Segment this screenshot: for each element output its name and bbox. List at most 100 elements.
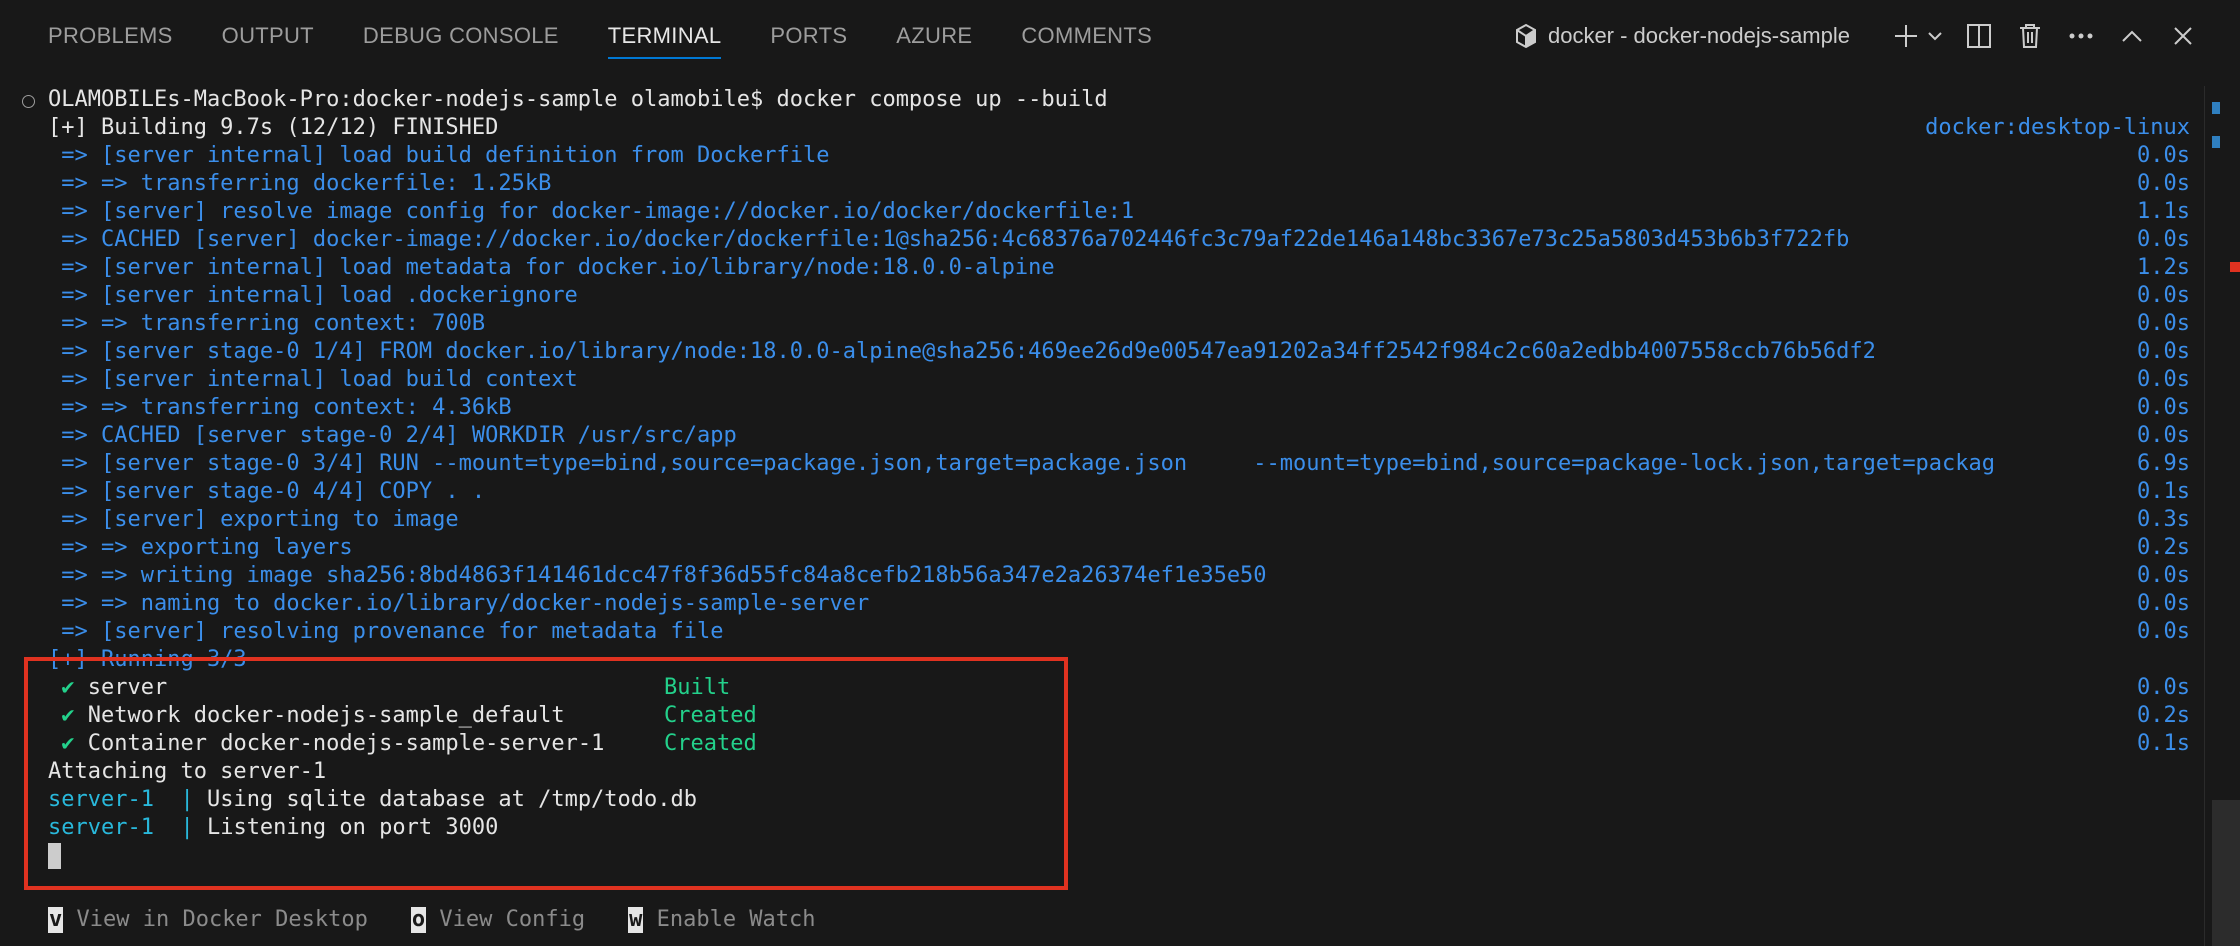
shortcut-key-v: v bbox=[48, 907, 64, 933]
build-step-text: => [server internal] load .dockerignore bbox=[48, 283, 578, 308]
more-icon[interactable] bbox=[2064, 19, 2098, 53]
log-line: server-1 | Using sqlite database at /tmp… bbox=[0, 786, 2200, 814]
shortcut-label: View Config bbox=[426, 907, 586, 932]
build-step-line: => => exporting layers 0.2s bbox=[0, 534, 2200, 562]
build-step-line: => [server] resolve image config for doc… bbox=[0, 198, 2200, 226]
build-step-text: => CACHED [server stage-0 2/4] WORKDIR /… bbox=[48, 423, 737, 448]
build-step-text: => => exporting layers bbox=[48, 535, 353, 560]
build-steps: => [server internal] load build definiti… bbox=[0, 142, 2200, 646]
check-icon: ✔ bbox=[61, 675, 75, 700]
view-config-shortcut[interactable]: o View Config bbox=[410, 906, 586, 934]
check-icon: ✔ bbox=[61, 731, 75, 756]
build-step-text: => [server] resolving provenance for met… bbox=[48, 619, 724, 644]
compose-shortcuts: v View in Docker Desktop o View Config w… bbox=[48, 906, 859, 934]
build-step-time: 0.2s bbox=[2137, 535, 2190, 560]
tab-debug-console[interactable]: DEBUG CONSOLE bbox=[363, 0, 559, 72]
chevron-down-icon[interactable] bbox=[1925, 19, 1945, 53]
maximize-panel-icon[interactable] bbox=[2115, 19, 2149, 53]
build-step-time: 0.0s bbox=[2137, 367, 2190, 392]
panel-actions: docker - docker-nodejs-sample bbox=[1514, 0, 2200, 72]
service-line: ✔ server Built 0.0s bbox=[0, 674, 2200, 702]
build-step-text: => CACHED [server] docker-image://docker… bbox=[48, 227, 1850, 252]
terminal-selector[interactable]: docker - docker-nodejs-sample bbox=[1514, 23, 1850, 49]
build-step-text: => => transferring context: 700B bbox=[48, 311, 486, 336]
tab-output[interactable]: OUTPUT bbox=[222, 0, 314, 72]
terminal-title: docker - docker-nodejs-sample bbox=[1547, 23, 1850, 48]
new-terminal-icon[interactable] bbox=[1889, 19, 1923, 53]
log-message: Listening on port 3000 bbox=[206, 815, 499, 840]
service-name: Network docker-nodejs-sample_default bbox=[87, 703, 565, 728]
log-lines: server-1 | Using sqlite database at /tmp… bbox=[0, 786, 2200, 842]
running-summary: [+] Running 3/3 bbox=[48, 647, 247, 672]
build-step-line: => CACHED [server] docker-image://docker… bbox=[0, 226, 2200, 254]
shortcut-label: Enable Watch bbox=[643, 907, 816, 932]
shortcut-key-o: o bbox=[410, 907, 427, 933]
build-step-line: => [server internal] load metadata for d… bbox=[0, 254, 2200, 282]
build-step-line: => => transferring context: 700B 0.0s bbox=[0, 310, 2200, 338]
build-step-time: 0.0s bbox=[2137, 283, 2190, 308]
build-step-time: 0.0s bbox=[2137, 311, 2190, 336]
build-step-line: => [server stage-0 3/4] RUN --mount=type… bbox=[0, 450, 2200, 478]
close-icon[interactable] bbox=[2166, 19, 2200, 53]
build-step-time: 0.1s bbox=[2137, 479, 2190, 504]
build-summary-line: [+] Building 9.7s (12/12) FINISHED docke… bbox=[0, 114, 2200, 142]
scrollbar-thumb[interactable] bbox=[2212, 800, 2240, 946]
panel-header: PROBLEMS OUTPUT DEBUG CONSOLE TERMINAL P… bbox=[0, 0, 2240, 72]
trash-icon[interactable] bbox=[2013, 19, 2047, 53]
build-step-text: => [server internal] load build definiti… bbox=[48, 143, 830, 168]
build-step-time: 0.0s bbox=[2137, 423, 2190, 448]
scroll-marker-error bbox=[2230, 262, 2240, 272]
service-row: ✔ Container docker-nodejs-sample-server-… bbox=[48, 730, 604, 758]
enable-watch-shortcut[interactable]: w Enable Watch bbox=[628, 906, 816, 934]
build-step-line: => [server stage-0 4/4] COPY . . 0.1s bbox=[0, 478, 2200, 506]
terminal-output[interactable]: OLAMOBILEs-MacBook-Pro:docker-nodejs-sam… bbox=[0, 86, 2200, 886]
log-line: server-1 | Listening on port 3000 bbox=[0, 814, 2200, 842]
tab-terminal[interactable]: TERMINAL bbox=[607, 0, 722, 72]
build-step-time: 0.0s bbox=[2137, 563, 2190, 588]
command-status-icon[interactable] bbox=[22, 95, 35, 108]
panel-tabs: PROBLEMS OUTPUT DEBUG CONSOLE TERMINAL P… bbox=[48, 0, 1201, 72]
prompt-line: OLAMOBILEs-MacBook-Pro:docker-nodejs-sam… bbox=[0, 86, 2200, 114]
build-step-time: 0.0s bbox=[2137, 227, 2190, 252]
build-step-line: => [server stage-0 1/4] FROM docker.io/l… bbox=[0, 338, 2200, 366]
build-step-text: => => naming to docker.io/library/docker… bbox=[48, 591, 870, 616]
service-row: ✔ server bbox=[48, 674, 167, 702]
scroll-marker bbox=[2212, 102, 2220, 114]
service-name: server bbox=[87, 675, 168, 700]
view-in-docker-desktop-shortcut[interactable]: v View in Docker Desktop bbox=[48, 906, 368, 934]
build-step-text: => [server stage-0 3/4] RUN --mount=type… bbox=[48, 451, 1996, 476]
tab-azure[interactable]: AZURE bbox=[896, 0, 972, 72]
build-step-line: => => transferring dockerfile: 1.25kB 0.0… bbox=[0, 170, 2200, 198]
tab-comments[interactable]: COMMENTS bbox=[1021, 0, 1152, 72]
build-step-text: => [server] resolve image config for doc… bbox=[48, 199, 1135, 224]
attaching-text: Attaching to server-1 bbox=[48, 759, 327, 784]
build-summary: [+] Building 9.7s (12/12) FINISHED bbox=[48, 115, 499, 140]
service-line: ✔ Container docker-nodejs-sample-server-… bbox=[0, 730, 2200, 758]
build-step-text: => [server stage-0 1/4] FROM docker.io/l… bbox=[48, 339, 1876, 364]
build-step-time: 0.0s bbox=[2137, 171, 2190, 196]
build-step-time: 1.2s bbox=[2137, 255, 2190, 280]
service-row: ✔ Network docker-nodejs-sample_default bbox=[48, 702, 565, 730]
split-terminal-icon[interactable] bbox=[1962, 19, 1996, 53]
build-step-time: 0.0s bbox=[2137, 395, 2190, 420]
build-step-time: 6.9s bbox=[2137, 451, 2190, 476]
tab-problems[interactable]: PROBLEMS bbox=[48, 0, 173, 72]
tab-ports[interactable]: PORTS bbox=[770, 0, 847, 72]
terminal-cursor bbox=[48, 843, 61, 869]
build-step-line: => => writing image sha256:8bd4863f14146… bbox=[0, 562, 2200, 590]
build-step-time: 0.0s bbox=[2137, 591, 2190, 616]
check-icon: ✔ bbox=[61, 703, 75, 728]
build-step-text: => => writing image sha256:8bd4863f14146… bbox=[48, 563, 1267, 588]
service-line: ✔ Network docker-nodejs-sample_default Cr… bbox=[0, 702, 2200, 730]
build-step-time: 0.0s bbox=[2137, 143, 2190, 168]
log-message: Using sqlite database at /tmp/todo.db bbox=[206, 787, 698, 812]
log-row: server-1 | Using sqlite database at /tmp… bbox=[48, 786, 697, 814]
build-step-line: => [server internal] load build definiti… bbox=[0, 142, 2200, 170]
service-list: ✔ server Built 0.0s ✔ Network docker-nodej… bbox=[0, 674, 2200, 758]
build-step-line: => => transferring context: 4.36kB 0.0s bbox=[0, 394, 2200, 422]
